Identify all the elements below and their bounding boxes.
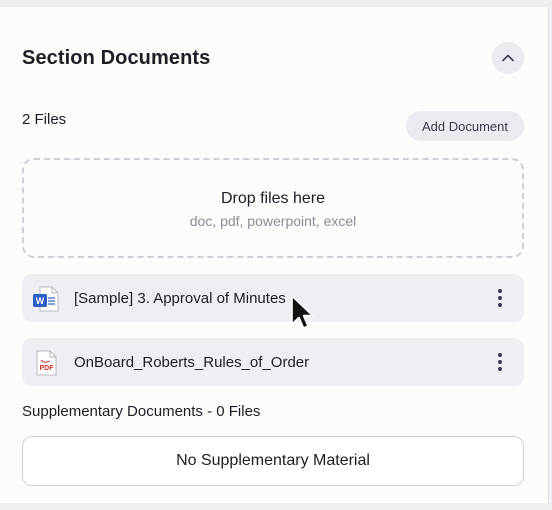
dropzone-subtitle: doc, pdf, powerpoint, excel bbox=[189, 213, 357, 229]
chevron-up-icon bbox=[502, 54, 514, 62]
more-options-icon[interactable] bbox=[490, 350, 510, 374]
file-name: OnBoard_Roberts_Rules_of_Order bbox=[74, 354, 310, 371]
section-documents-panel: Section Documents 2 Files Add Document D… bbox=[0, 7, 549, 503]
supplementary-empty-state: No Supplementary Material bbox=[22, 436, 524, 486]
more-options-icon[interactable] bbox=[490, 286, 510, 310]
file-name: [Sample] 3. Approval of Minutes bbox=[74, 290, 286, 307]
file-row[interactable]: PDF OnBoard_Roberts_Rules_of_Order bbox=[22, 338, 524, 386]
supplementary-empty-text: No Supplementary Material bbox=[176, 452, 370, 469]
section-title: Section Documents bbox=[22, 47, 211, 69]
supplementary-title: Supplementary Documents - 0 Files bbox=[22, 403, 261, 420]
pdf-file-icon: PDF bbox=[36, 350, 57, 376]
svg-text:PDF: PDF bbox=[40, 365, 55, 372]
svg-text:W: W bbox=[36, 296, 45, 306]
collapse-button[interactable] bbox=[492, 42, 524, 74]
file-count: 2 Files bbox=[22, 111, 67, 128]
word-file-icon: W bbox=[33, 286, 59, 312]
add-document-button[interactable]: Add Document bbox=[406, 111, 524, 141]
mouse-pointer-icon bbox=[291, 295, 314, 329]
dropzone-title: Drop files here bbox=[220, 190, 326, 207]
file-dropzone[interactable]: Drop files here doc, pdf, powerpoint, ex… bbox=[22, 158, 524, 258]
file-row[interactable]: W [Sample] 3. Approval of Minutes bbox=[22, 274, 524, 322]
